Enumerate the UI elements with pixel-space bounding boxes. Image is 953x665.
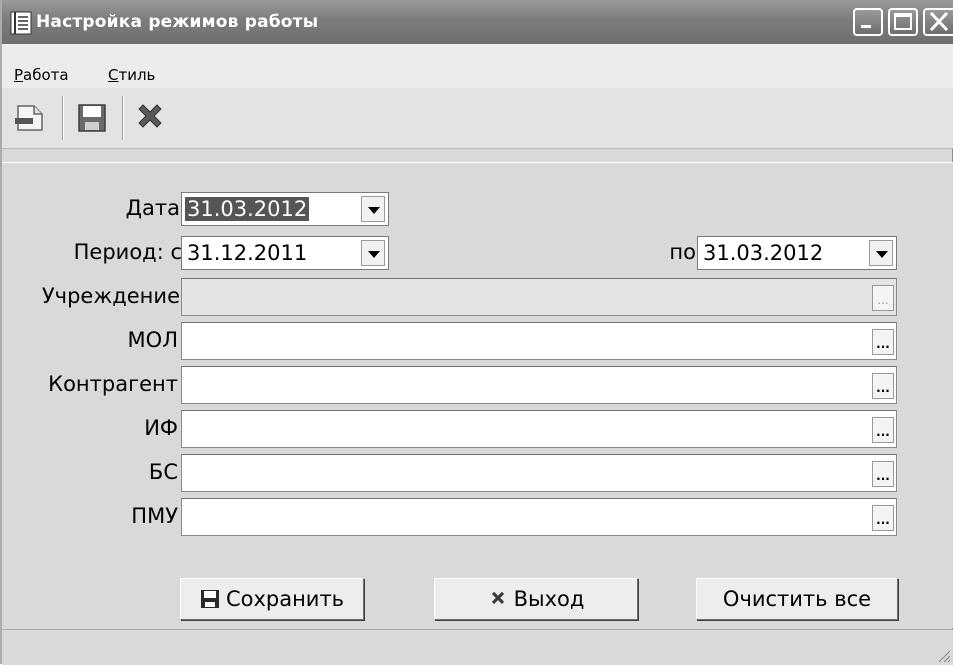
menu-item-stil[interactable]: Стиль bbox=[108, 66, 155, 84]
chevron-down-icon[interactable] bbox=[361, 240, 385, 266]
close-icon bbox=[929, 11, 949, 32]
bs-field[interactable]: ... bbox=[181, 454, 897, 492]
save-toolbar-button[interactable] bbox=[74, 100, 110, 136]
clear-all-button[interactable]: Очистить все bbox=[696, 578, 898, 620]
lookup-button: ... bbox=[872, 285, 894, 311]
close-button[interactable] bbox=[923, 8, 953, 36]
mol-field[interactable]: ... bbox=[181, 322, 897, 360]
toolbar-separator bbox=[122, 96, 124, 140]
lookup-button[interactable]: ... bbox=[872, 329, 894, 355]
lookup-button[interactable]: ... bbox=[872, 461, 894, 487]
close-icon bbox=[491, 591, 504, 604]
resize-grip-icon[interactable] bbox=[935, 647, 951, 663]
maximize-icon bbox=[894, 13, 912, 30]
field-label-bs: БС bbox=[148, 460, 178, 484]
kontragent-field[interactable]: ... bbox=[181, 366, 897, 404]
save-button[interactable]: Сохранить bbox=[180, 578, 364, 620]
menu-bar: Работа Стиль bbox=[2, 44, 953, 88]
period-from-label: Период: с bbox=[73, 240, 182, 264]
minimize-button[interactable] bbox=[853, 8, 883, 36]
pmu-field[interactable]: ... bbox=[181, 498, 897, 536]
save-icon bbox=[78, 104, 106, 132]
maximize-button[interactable] bbox=[888, 8, 918, 36]
delete-icon bbox=[138, 104, 162, 128]
menu-accel: С bbox=[108, 66, 119, 84]
date-combo[interactable]: 31.03.2012 bbox=[181, 192, 389, 226]
field-label-if: ИФ bbox=[144, 416, 178, 440]
title-bar[interactable]: Настройка режимов работы bbox=[2, 0, 953, 44]
if-field[interactable]: ... bbox=[181, 410, 897, 448]
date-label: Дата bbox=[125, 196, 180, 220]
period-to-value: 31.03.2012 bbox=[703, 241, 824, 265]
lookup-button[interactable]: ... bbox=[872, 505, 894, 531]
menu-item-rabota[interactable]: Работа bbox=[14, 66, 69, 84]
field-label-pmu: ПМУ bbox=[131, 504, 178, 528]
save-button-label: Сохранить bbox=[225, 587, 345, 611]
date-value: 31.03.2012 bbox=[185, 197, 310, 221]
period-to-label: по bbox=[669, 240, 696, 264]
period-from-value: 31.12.2011 bbox=[187, 241, 308, 265]
lookup-button[interactable]: ... bbox=[872, 373, 894, 399]
field-label-kontragent: Контрагент bbox=[48, 372, 178, 396]
clear-all-button-label: Очистить все bbox=[722, 587, 872, 611]
chevron-down-icon[interactable] bbox=[361, 196, 385, 222]
toolbar bbox=[2, 88, 953, 149]
new-document-icon bbox=[15, 105, 43, 131]
window-icon bbox=[10, 11, 32, 35]
save-icon bbox=[200, 590, 219, 608]
field-label-uchrezhdenie: Учреждение bbox=[41, 284, 180, 308]
period-from-combo[interactable]: 31.12.2011 bbox=[181, 236, 389, 270]
status-bar bbox=[2, 629, 953, 665]
menu-label: абота bbox=[23, 66, 69, 84]
delete-toolbar-button[interactable] bbox=[132, 100, 168, 136]
exit-button[interactable]: Выход bbox=[434, 578, 638, 620]
minimize-icon bbox=[861, 25, 871, 28]
settings-window: Настройка режимов работы Работа Стиль Да… bbox=[0, 0, 953, 665]
menu-label: тиль bbox=[118, 66, 156, 84]
exit-button-label: Выход bbox=[513, 587, 585, 611]
toolbar-separator bbox=[62, 96, 64, 140]
lookup-button[interactable]: ... bbox=[872, 417, 894, 443]
new-document-button[interactable] bbox=[12, 100, 48, 136]
chevron-down-icon[interactable] bbox=[869, 240, 893, 266]
uchrezhdenie-field: ... bbox=[181, 278, 897, 316]
window-title: Настройка режимов работы bbox=[36, 12, 319, 32]
field-label-mol: МОЛ bbox=[127, 328, 178, 352]
period-to-combo[interactable]: 31.03.2012 bbox=[697, 236, 897, 270]
menu-accel: Р bbox=[14, 66, 24, 84]
